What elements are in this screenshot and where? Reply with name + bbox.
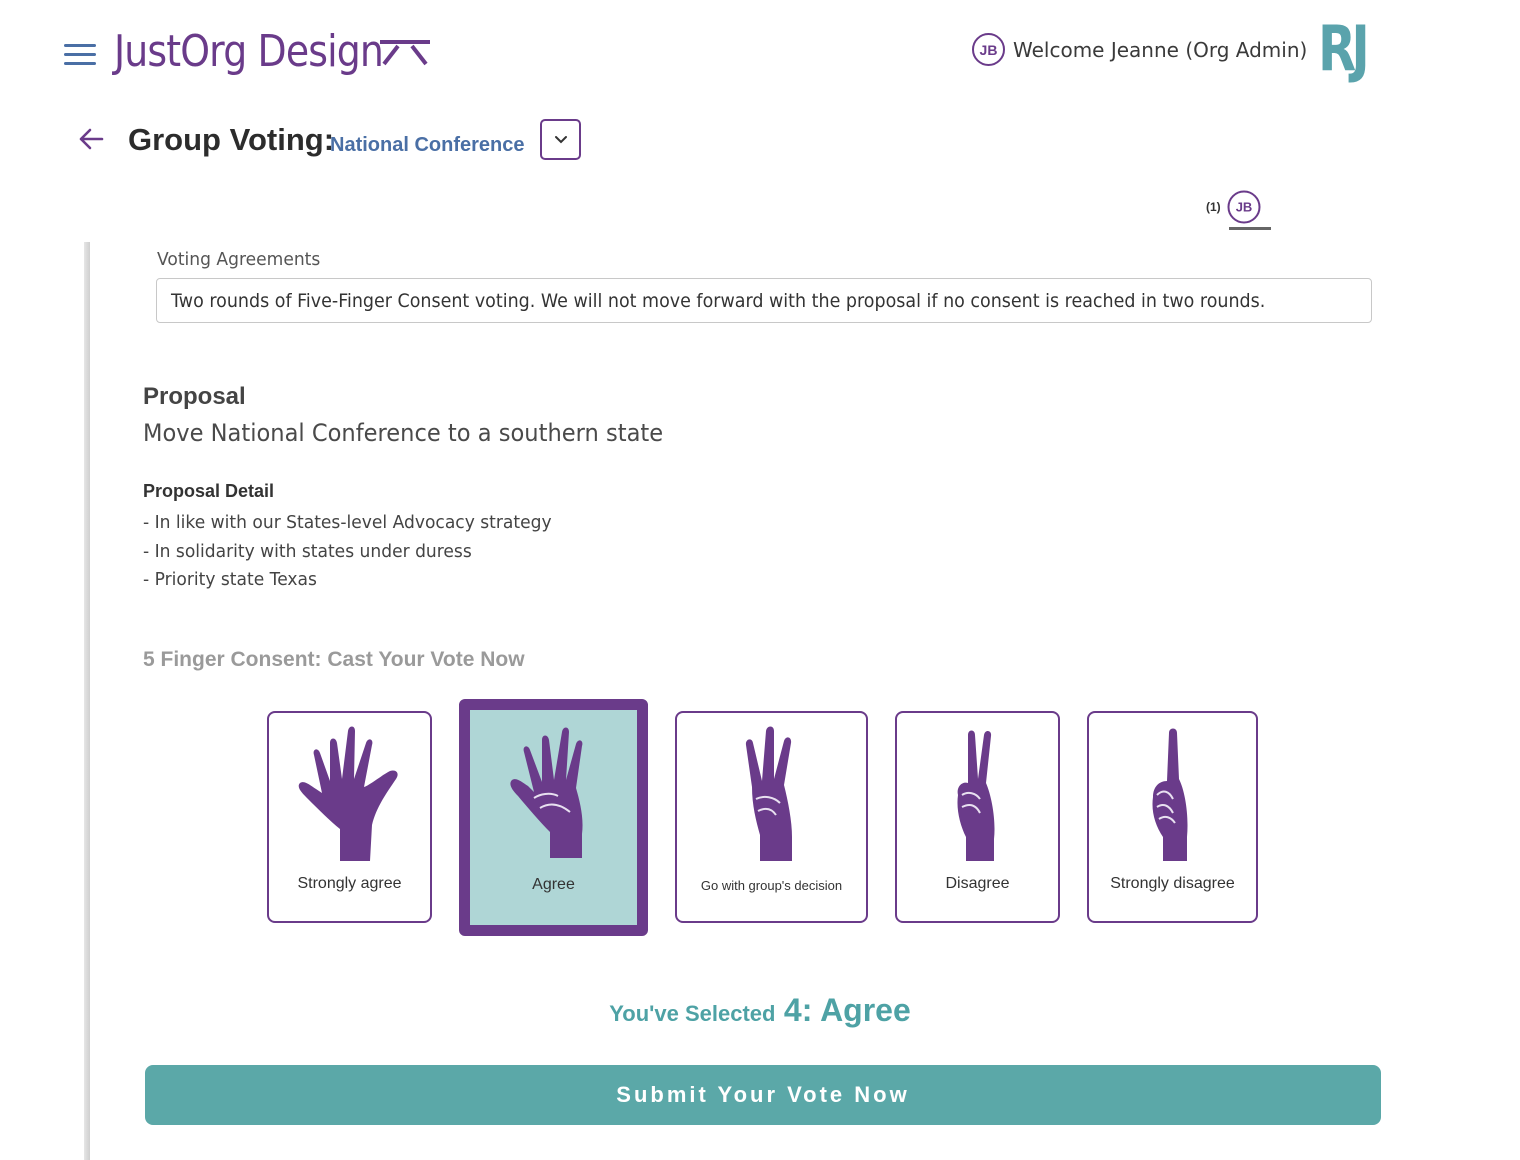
- vote-option-disagree[interactable]: Disagree: [895, 711, 1060, 923]
- three-fingers-hand-icon: [745, 726, 792, 861]
- chevron-down-icon: [554, 135, 567, 143]
- vote-option-label: Strongly disagree: [1110, 875, 1235, 892]
- vote-option-strongly-disagree[interactable]: Strongly disagree: [1087, 711, 1258, 923]
- proposal-detail-list: - In like with our States-level Advocacy…: [143, 509, 552, 595]
- proposal-detail-item: - In like with our States-level Advocacy…: [143, 512, 552, 533]
- participant-underline: [1229, 227, 1271, 230]
- two-fingers-hand-icon: [956, 730, 995, 861]
- proposal-title: Move National Conference to a southern s…: [143, 419, 664, 447]
- proposal-detail-item: - Priority state Texas: [143, 569, 317, 590]
- user-welcome[interactable]: JB Welcome Jeanne (Org Admin): [972, 33, 1307, 66]
- back-arrow-icon[interactable]: [76, 124, 106, 154]
- user-avatar[interactable]: JB: [972, 33, 1005, 66]
- session-dropdown-button[interactable]: [540, 119, 581, 160]
- one-finger-hand-icon: [1151, 728, 1188, 861]
- voting-agreements-field: Two rounds of Five-Finger Consent voting…: [156, 278, 1372, 323]
- vote-option-agree[interactable]: Agree: [459, 699, 648, 936]
- selection-value: 4: Agree: [783, 992, 911, 1028]
- participant-initials: JB: [1235, 200, 1252, 215]
- proposal-detail-item: - In solidarity with states under duress: [143, 540, 472, 562]
- vote-option-label: Go with group's decision: [700, 878, 843, 893]
- brand-logo-text: JustOrg Design: [114, 26, 384, 77]
- four-fingers-hand-icon: [509, 727, 583, 858]
- partner-logo: RJ: [1318, 12, 1370, 85]
- submit-vote-button[interactable]: Submit Your Vote Now: [145, 1065, 1381, 1125]
- selection-prefix: You've Selected: [609, 1001, 776, 1026]
- vote-option-strongly-agree[interactable]: Strongly agree: [267, 711, 432, 923]
- participant-avatar[interactable]: JB: [1227, 190, 1261, 224]
- brand-mark-icon: [380, 40, 430, 66]
- selection-summary: You've Selected 4: Agree: [0, 992, 1520, 1029]
- five-fingers-hand-icon: [298, 726, 398, 861]
- proposal-heading: Proposal: [143, 383, 246, 410]
- voting-agreements-label: Voting Agreements: [157, 249, 321, 270]
- vote-heading: 5 Finger Consent: Cast Your Vote Now: [143, 648, 525, 671]
- vote-option-label: Disagree: [945, 875, 1010, 892]
- proposal-detail-heading: Proposal Detail: [143, 481, 275, 501]
- participant-count: (1): [1206, 200, 1221, 214]
- page-subtitle: National Conference: [330, 134, 525, 156]
- page-title: Group Voting:: [128, 122, 335, 157]
- vote-option-go-with-group[interactable]: Go with group's decision: [675, 711, 868, 923]
- vote-option-label: Strongly agree: [297, 875, 402, 892]
- welcome-text: Welcome Jeanne (Org Admin): [1013, 37, 1308, 62]
- participant-list[interactable]: (1) JB: [1206, 190, 1261, 224]
- menu-icon[interactable]: [64, 44, 98, 68]
- vote-option-label: Agree: [532, 876, 575, 893]
